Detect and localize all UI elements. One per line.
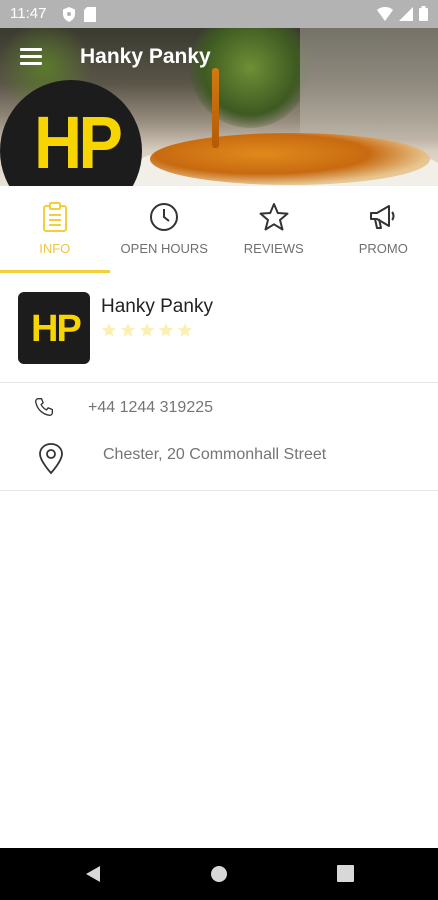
tab-open-hours-label: OPEN HOURS: [120, 241, 208, 256]
tab-promo[interactable]: PROMO: [329, 186, 438, 274]
location-pin-icon: [38, 443, 64, 480]
tab-bar: INFO OPEN HOURS REVIEWS PROMO: [0, 186, 438, 274]
cell-signal-icon: [399, 6, 413, 26]
tab-reviews[interactable]: REVIEWS: [219, 186, 329, 274]
sim-card-icon: [84, 7, 96, 27]
wifi-icon: [377, 6, 393, 26]
recents-icon[interactable]: [337, 865, 354, 887]
rating-star-icon: [177, 323, 193, 337]
tab-info-label: INFO: [39, 241, 71, 256]
phone-row[interactable]: +44 1244 319225: [0, 383, 438, 433]
phone-number: +44 1244 319225: [88, 399, 214, 416]
active-tab-indicator: [0, 270, 110, 273]
tab-info[interactable]: INFO: [0, 186, 110, 274]
star-icon: [259, 202, 289, 237]
status-bar: 11:47: [0, 0, 438, 28]
battery-icon: [419, 6, 428, 26]
address-row[interactable]: Chester, 20 Commonhall Street: [0, 435, 438, 485]
rating-star-icon: [139, 323, 155, 337]
menu-icon[interactable]: [20, 48, 42, 66]
rating-star-icon: [120, 323, 136, 337]
header-logo-text: HP: [34, 101, 123, 184]
phone-icon: [34, 397, 54, 422]
megaphone-icon: [368, 202, 398, 237]
tab-reviews-label: REVIEWS: [243, 241, 304, 256]
status-time: 11:47: [10, 5, 47, 22]
address-text: Chester, 20 Commonhall Street: [103, 446, 327, 463]
contact-section: +44 1244 319225 Chester, 20 Commonhall S…: [0, 383, 438, 491]
tab-promo-label: PROMO: [358, 241, 408, 256]
business-logo-text: HP: [31, 308, 82, 350]
business-logo: HP: [18, 292, 90, 364]
business-info: HP Hanky Panky: [0, 274, 438, 383]
back-icon[interactable]: [84, 865, 102, 888]
clipboard-icon: [42, 202, 68, 237]
clock-icon: [149, 202, 179, 237]
rating-stars: [101, 322, 193, 338]
system-nav-bar: [0, 848, 438, 900]
shield-icon: [62, 7, 76, 27]
home-icon[interactable]: [210, 865, 228, 888]
app-bar: Hanky Panky: [0, 28, 438, 88]
tab-open-hours[interactable]: OPEN HOURS: [110, 186, 220, 274]
page-title: Hanky Panky: [80, 45, 211, 68]
business-name: Hanky Panky: [101, 296, 213, 317]
rating-star-icon: [158, 323, 174, 337]
rating-star-icon: [101, 323, 117, 337]
hero-pancake: [150, 133, 430, 185]
